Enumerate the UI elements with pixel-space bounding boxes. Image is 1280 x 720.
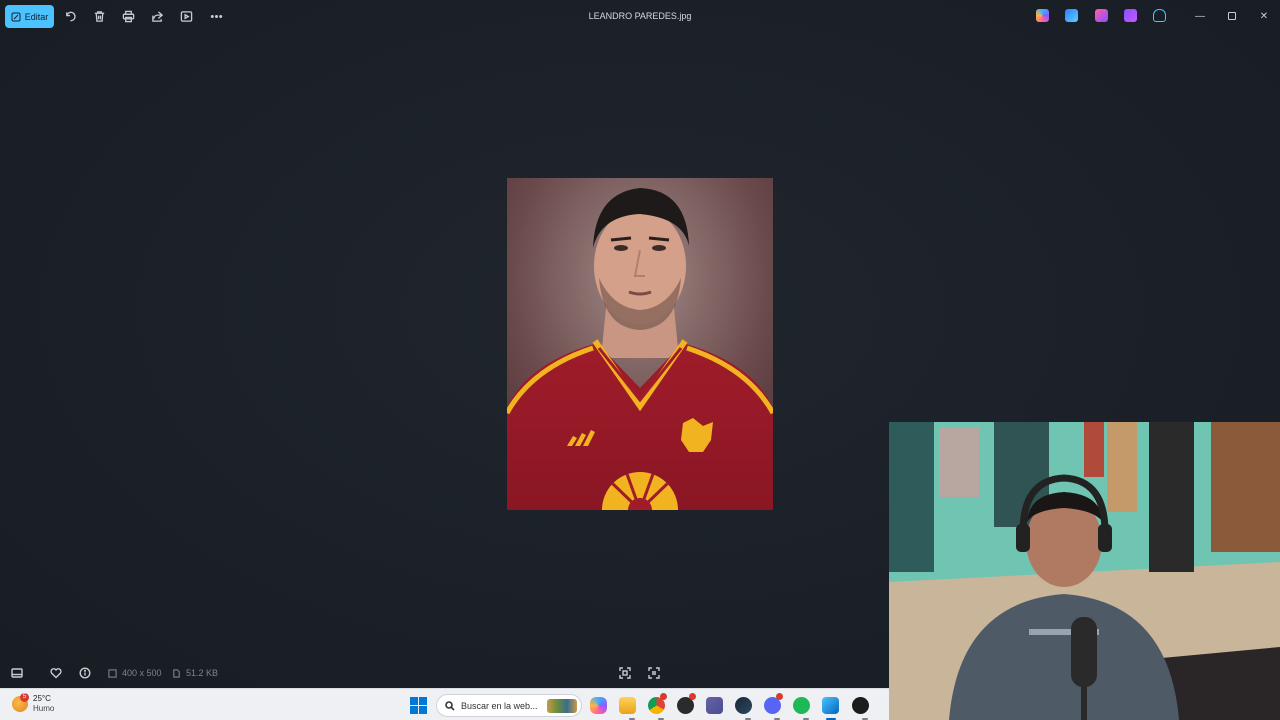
filmstrip-toggle-button[interactable]	[9, 665, 25, 681]
search-icon	[445, 700, 455, 711]
teams-icon[interactable]	[706, 697, 723, 714]
onedrive-off-icon[interactable]	[1153, 9, 1166, 22]
webcam-feed-image	[889, 422, 1280, 720]
webcam-overlay	[889, 422, 1280, 720]
rotate-button[interactable]	[61, 7, 79, 25]
delete-button[interactable]	[90, 7, 108, 25]
rotate-icon	[65, 11, 76, 21]
photos-app-icon[interactable]	[822, 697, 839, 714]
minimize-icon: —	[1195, 10, 1205, 22]
file-size: 51.2 KB	[172, 668, 218, 678]
copilot-icon[interactable]	[1036, 9, 1049, 22]
steam-icon[interactable]	[735, 697, 752, 714]
image-dimensions-value: 400 x 500	[122, 668, 162, 678]
weather-widget[interactable]: 5 25°C Humo	[12, 693, 55, 714]
clipchamp-icon[interactable]	[1124, 9, 1137, 22]
discord-notification-badge	[776, 693, 783, 700]
fit-window-icon	[619, 667, 631, 679]
slideshow-icon	[180, 10, 192, 22]
image-dimensions: 400 x 500	[108, 668, 162, 678]
actual-size-button[interactable]	[646, 665, 662, 681]
title-bar: Editar LEANDRO PAREDES.jpg — ✕	[0, 0, 1280, 32]
weather-sun-icon: 5	[12, 693, 29, 712]
heart-icon	[50, 668, 62, 679]
edit-icon	[11, 12, 21, 21]
media-player-icon[interactable]	[852, 697, 869, 714]
favorite-button[interactable]	[48, 665, 64, 681]
restore-icon	[1228, 12, 1236, 20]
file-info-button[interactable]	[77, 665, 93, 681]
restore-button[interactable]	[1225, 9, 1239, 23]
file-size-icon	[173, 668, 180, 678]
designer-icon[interactable]	[1065, 9, 1078, 22]
delete-icon	[94, 10, 104, 22]
displayed-photo[interactable]	[507, 178, 773, 510]
player-photo-image	[507, 178, 773, 510]
weather-badge: 5	[20, 693, 29, 702]
more-icon	[210, 14, 222, 18]
close-icon: ✕	[1259, 10, 1269, 22]
taskbar-search-box[interactable]: Buscar en la web...	[436, 694, 582, 717]
share-icon	[151, 10, 163, 22]
search-placeholder: Buscar en la web...	[461, 700, 538, 711]
windows-start-icon[interactable]	[410, 697, 427, 714]
weather-temperature: 25°C	[33, 694, 51, 703]
github-notification-badge	[689, 693, 696, 700]
print-icon	[122, 10, 134, 22]
paint-icon[interactable]	[1095, 9, 1108, 22]
search-highlight-image	[547, 699, 577, 713]
actual-size-icon	[648, 667, 660, 679]
print-button[interactable]	[119, 7, 137, 25]
info-icon	[79, 667, 91, 679]
copilot-taskbar-icon[interactable]	[590, 697, 607, 714]
weather-description: Humo	[33, 704, 55, 713]
close-button[interactable]: ✕	[1257, 9, 1271, 23]
minimize-button[interactable]: —	[1193, 9, 1207, 23]
dimensions-icon	[108, 668, 117, 678]
chrome-notification-badge	[660, 693, 667, 700]
window-title: LEANDRO PAREDES.jpg	[588, 11, 692, 21]
edit-button[interactable]: Editar	[5, 5, 54, 28]
share-button[interactable]	[148, 7, 166, 25]
file-size-value: 51.2 KB	[186, 668, 219, 678]
edit-button-label: Editar	[24, 11, 49, 22]
file-explorer-icon[interactable]	[619, 697, 636, 714]
fit-to-window-button[interactable]	[617, 665, 633, 681]
filmstrip-icon	[11, 668, 23, 678]
spotify-icon[interactable]	[793, 697, 810, 714]
slideshow-button[interactable]	[177, 7, 195, 25]
more-options-button[interactable]	[207, 7, 225, 25]
